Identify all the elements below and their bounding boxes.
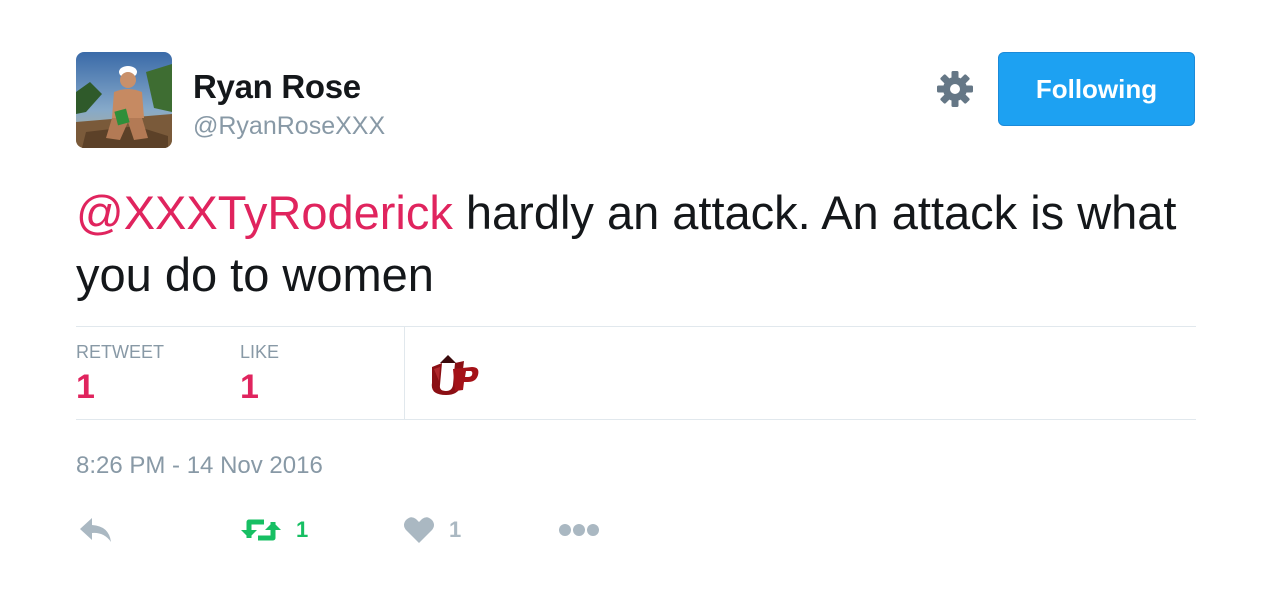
reply-icon [80, 518, 111, 542]
more-dots-icon [559, 524, 599, 536]
author-name[interactable]: Ryan Rose [193, 68, 361, 106]
like-button[interactable]: 1 [403, 512, 461, 548]
divider [76, 419, 1196, 420]
author-avatar[interactable] [76, 52, 172, 148]
retweet-button[interactable]: 1 [240, 512, 308, 548]
following-button[interactable]: Following [998, 52, 1195, 126]
retweet-count: 1 [296, 517, 309, 542]
liker-avatar[interactable] [428, 355, 480, 395]
like-count: 1 [449, 517, 462, 542]
retweet-stat-count[interactable]: 1 [76, 368, 95, 407]
more-button[interactable] [558, 512, 600, 548]
reply-button[interactable] [78, 512, 114, 548]
divider [76, 326, 1196, 327]
heart-icon [404, 517, 434, 543]
tweet-text: @XXXTyRoderick hardly an attack. An atta… [76, 182, 1196, 306]
like-stat-count[interactable]: 1 [240, 368, 259, 407]
timestamp[interactable]: 8:26 PM - 14 Nov 2016 [76, 452, 323, 480]
retweet-icon [241, 519, 281, 541]
retweet-stat-label[interactable]: RETWEET [76, 342, 164, 363]
like-stat-label[interactable]: LIKE [240, 342, 279, 363]
divider [404, 327, 405, 419]
mention-link[interactable]: @XXXTyRoderick [76, 186, 453, 239]
author-handle[interactable]: @RyanRoseXXX [193, 112, 385, 141]
gear-icon[interactable] [936, 70, 974, 108]
